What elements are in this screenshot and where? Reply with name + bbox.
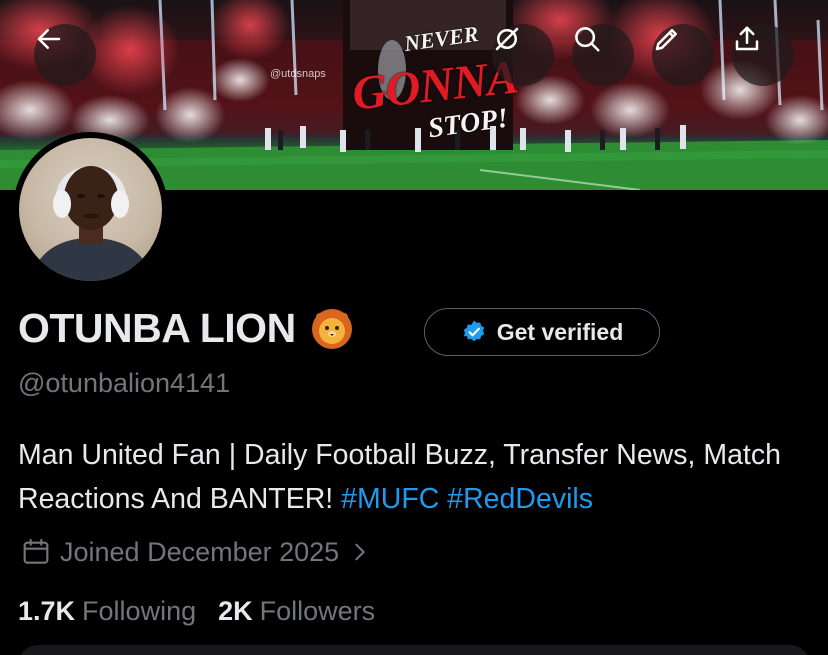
hashtag-mufc[interactable]: #MUFC [341,483,439,515]
share-icon [735,26,759,51]
followers-link[interactable]: 2K Followers [218,596,375,627]
following-link[interactable]: 1.7K Following [18,596,196,627]
name-row: OTUNBA LION [18,305,354,352]
get-verified-label: Get verified [496,318,624,345]
verified-badge-icon [463,320,484,342]
hashtag-reddevils[interactable]: #RedDevils [447,483,593,515]
avatar[interactable] [13,132,168,287]
edit-button[interactable] [652,24,714,86]
followers-label: Followers [259,596,376,626]
avatar-photo [19,138,162,281]
followers-count: 2K [218,596,253,626]
grok-button[interactable] [492,24,554,86]
user-handle: @otunbalion4141 [18,368,231,398]
pencil-icon [655,29,677,51]
arrow-left-icon [37,29,61,49]
display-name: OTUNBA LION [18,305,296,351]
chevron-right-icon [355,543,365,561]
joined-date-row[interactable]: Joined December 2025 [20,536,371,568]
search-icon [575,27,600,52]
get-verified-button[interactable]: Get verified [424,308,660,356]
lion-emoji-icon [311,308,352,349]
share-button[interactable] [732,24,794,86]
follow-stats: 1.7K Following 2K Followers [18,596,397,627]
back-button[interactable] [34,24,96,86]
profile-screen: @utdsnaps NEVER GONNA STOP! OTUNBA LION … [0,0,828,655]
next-section-edge [18,645,810,655]
following-count: 1.7K [18,596,76,626]
search-button[interactable] [572,24,634,86]
calendar-icon [23,538,49,564]
following-label: Following [82,596,197,626]
grok-icon [495,27,519,51]
joined-date: Joined December 2025 [60,536,340,567]
banner-watermark: @utdsnaps [270,68,326,80]
profile-bio: Man United Fan | Daily Football Buzz, Tr… [18,433,818,521]
